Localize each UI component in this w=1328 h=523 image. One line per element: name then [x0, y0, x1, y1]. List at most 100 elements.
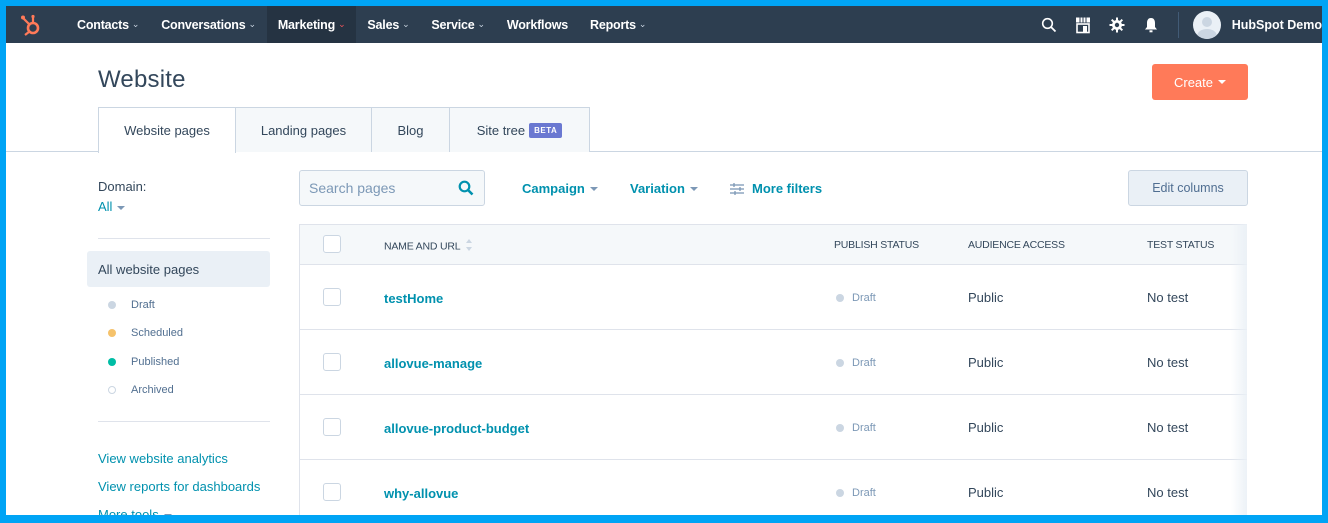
sidebar-divider — [98, 421, 270, 422]
table-row: allovue-product-budget Draft Public No t… — [300, 395, 1247, 460]
audience-access: Public — [968, 290, 1004, 305]
status-dot-icon — [108, 329, 116, 337]
publish-status: Draft — [836, 357, 876, 369]
search-icon[interactable] — [1032, 6, 1066, 43]
sidebar-item-label: All website pages — [98, 261, 200, 277]
caret-down-icon — [589, 186, 598, 191]
tab-label: Website pages — [124, 123, 210, 138]
page-name-link[interactable]: why-allovue — [384, 486, 458, 501]
beta-badge: BETA — [529, 122, 563, 138]
marketplace-icon[interactable] — [1066, 6, 1100, 43]
status-dot-icon — [836, 424, 844, 432]
more-tools-label: More tools — [98, 507, 159, 515]
page-name-link[interactable]: allovue-product-budget — [384, 421, 529, 436]
audience-access: Public — [968, 485, 1004, 500]
search-icon[interactable] — [458, 180, 474, 201]
column-header-audience-access[interactable]: AUDIENCE ACCESS — [968, 239, 1065, 251]
nav-item-workflows[interactable]: Workflows — [496, 6, 579, 43]
select-all-checkbox[interactable] — [323, 235, 341, 253]
page-name-link[interactable]: allovue-manage — [384, 356, 482, 371]
nav-item-reports[interactable]: Reports ⌄ — [579, 6, 657, 43]
nav-item-conversations[interactable]: Conversations ⌄ — [150, 6, 267, 43]
test-status: No test — [1147, 355, 1189, 370]
campaign-filter-dropdown[interactable]: Campaign — [522, 181, 598, 196]
page-name-link[interactable]: testHome — [384, 291, 443, 306]
sidebar-filter-scheduled[interactable]: Scheduled — [108, 327, 183, 339]
tab-blog[interactable]: Blog — [371, 107, 450, 152]
column-header-publish-status[interactable]: PUBLISH STATUS — [834, 239, 919, 251]
sort-icon[interactable] — [465, 239, 472, 254]
column-header-label: NAME AND URL — [384, 240, 460, 253]
status-dot-icon — [108, 301, 116, 309]
nav-item-service[interactable]: Service ⌄ — [420, 6, 495, 43]
tab-website-pages[interactable]: Website pages — [98, 107, 236, 153]
publish-status: Draft — [836, 487, 876, 499]
table-row: allovue-manage Draft Public No test — [300, 330, 1247, 395]
app-window: Contacts ⌄ Conversations ⌄ Marketing ⌄ Sale… — [6, 6, 1322, 515]
column-header-test-status[interactable]: TEST STATUS — [1147, 239, 1214, 251]
test-status: No test — [1147, 290, 1189, 305]
create-label: Create — [1173, 74, 1214, 90]
test-status: No test — [1147, 485, 1189, 500]
filter-label: Campaign — [522, 181, 585, 196]
sidebar-filter-published[interactable]: Published — [108, 356, 179, 368]
column-header-name-and-url[interactable]: NAME AND URL — [384, 239, 472, 254]
status-dot-icon — [836, 359, 844, 367]
tab-landing-pages[interactable]: Landing pages — [235, 107, 372, 152]
search-box — [299, 170, 485, 206]
nav-divider — [1177, 11, 1179, 38]
row-checkbox[interactable] — [323, 288, 341, 306]
nav-item-marketing[interactable]: Marketing ⌄ — [266, 6, 357, 43]
nav-label: Workflows — [506, 17, 569, 32]
status-label: Scheduled — [131, 327, 183, 339]
table-row: testHome Draft Public No test — [300, 265, 1247, 330]
row-checkbox[interactable] — [323, 483, 341, 501]
table-scroll-shadow — [1231, 224, 1247, 515]
create-button[interactable]: Create — [1152, 64, 1248, 100]
view-reports-dashboards-link[interactable]: View reports for dashboards — [98, 479, 260, 494]
search-input[interactable] — [300, 171, 450, 205]
filter-label: More filters — [752, 181, 823, 196]
user-avatar[interactable] — [1192, 10, 1221, 39]
row-checkbox[interactable] — [323, 418, 341, 436]
tab-label: Landing pages — [260, 122, 347, 138]
notifications-bell-icon[interactable] — [1134, 6, 1168, 43]
account-name[interactable]: HubSpot Demo — [1232, 18, 1322, 32]
nav-item-contacts[interactable]: Contacts ⌄ — [66, 6, 150, 43]
domain-dropdown[interactable]: All — [98, 199, 126, 214]
hubspot-logo-icon[interactable] — [8, 6, 54, 43]
status-dot-icon — [836, 294, 844, 302]
top-navigation-bar: Contacts ⌄ Conversations ⌄ Marketing ⌄ Sale… — [6, 6, 1322, 43]
nav-item-sales[interactable]: Sales ⌄ — [356, 6, 420, 43]
table-row: why-allovue Draft Public No test — [300, 460, 1247, 515]
publish-status-label: Draft — [852, 487, 876, 499]
view-website-analytics-link[interactable]: View website analytics — [98, 451, 228, 466]
more-filters-button[interactable]: More filters — [730, 181, 822, 196]
nav-label: Contacts — [77, 17, 129, 32]
nav-label: Conversations — [161, 17, 246, 32]
sidebar-filter-archived[interactable]: Archived — [108, 384, 174, 396]
tab-site-tree[interactable]: Site tree BETA — [449, 107, 590, 152]
more-tools-dropdown[interactable]: More tools — [98, 507, 172, 515]
test-status: No test — [1147, 420, 1189, 435]
status-label: Archived — [131, 384, 174, 396]
status-dot-icon — [836, 489, 844, 497]
chevron-down-icon: ⌄ — [638, 19, 647, 29]
sidebar-filter-draft[interactable]: Draft — [108, 299, 155, 311]
variation-filter-dropdown[interactable]: Variation — [630, 181, 698, 196]
status-dot-icon — [108, 358, 116, 366]
audience-access: Public — [968, 355, 1004, 370]
domain-label: Domain: — [98, 179, 147, 194]
settings-gear-icon[interactable] — [1100, 6, 1134, 43]
sidebar-item-all-website-pages[interactable]: All website pages — [87, 251, 270, 287]
chevron-down-icon: ⌄ — [248, 19, 256, 29]
content-tabs: Website pages Landing pages Blog Site tr… — [98, 107, 590, 153]
row-checkbox[interactable] — [323, 353, 341, 371]
status-label: Published — [131, 356, 180, 368]
caret-down-icon — [1218, 80, 1227, 84]
edit-columns-button[interactable]: Edit columns — [1128, 170, 1248, 206]
publish-status-label: Draft — [852, 292, 876, 304]
nav-label: Service — [431, 17, 475, 32]
chevron-down-icon: ⌄ — [402, 19, 410, 29]
status-dot-icon — [108, 386, 116, 394]
